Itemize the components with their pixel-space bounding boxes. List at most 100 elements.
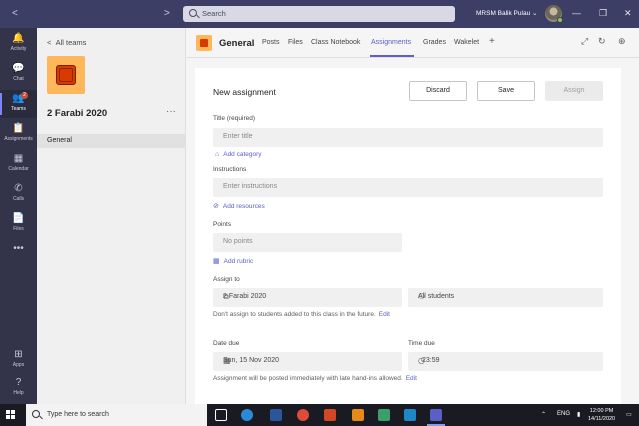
rail-item-files[interactable]: 📄 Files — [0, 210, 37, 238]
rail-item-more[interactable]: ••• — [0, 240, 37, 268]
channel-item-general[interactable]: General — [37, 134, 185, 148]
chevron-up-icon[interactable]: ⌃ — [541, 411, 546, 418]
instructions-placeholder: Enter instructions — [223, 183, 278, 190]
rail-item-activity[interactable]: 🔔 Activity — [0, 30, 37, 58]
notification-badge: 2 — [21, 92, 28, 99]
notifications-icon[interactable]: ▭ — [626, 411, 632, 418]
all-teams-label: All teams — [55, 38, 87, 47]
instructions-input[interactable]: Enter instructions — [213, 178, 603, 197]
points-label: Points — [213, 221, 232, 228]
rail-item-teams[interactable]: 👥 Teams 2 — [0, 90, 37, 118]
all-teams-link[interactable]: < All teams — [47, 38, 86, 47]
channel-name: General — [219, 38, 255, 49]
rail-item-label: Calls — [12, 196, 25, 202]
assign-students-select[interactable]: All students ⚇ — [408, 288, 603, 307]
assign-class-select[interactable]: 2 Farabi 2020 ⧉ — [213, 288, 402, 307]
team-panel: < All teams 2 Farabi 2020 ··· General — [37, 28, 186, 404]
powerpoint-icon[interactable] — [324, 409, 336, 421]
add-category-link[interactable]: ⌂ Add category — [215, 151, 262, 158]
rail-item-label: Chat — [13, 76, 24, 82]
app-icon[interactable] — [378, 409, 390, 421]
add-rubric-link[interactable]: ▦ Add rubric — [213, 257, 253, 265]
chevron-down-icon: ⌄ — [532, 10, 538, 17]
close-button[interactable]: ✕ — [624, 8, 632, 19]
assign-future-note: Don't assign to students added to this c… — [213, 311, 390, 318]
app-rail: 🔔 Activity 💬 Chat 👥 Teams 2 📋 Assignment… — [0, 28, 37, 404]
network-icon[interactable]: ▮ — [577, 411, 580, 418]
team-name: 2 Farabi 2020 — [47, 108, 108, 119]
rail-item-label: Activity — [10, 46, 27, 52]
clock[interactable]: 12:00 PM 14/11/2020 — [588, 407, 615, 423]
mail-icon[interactable] — [404, 409, 416, 421]
assign-button[interactable]: Assign — [545, 81, 603, 101]
rail-item-assignments[interactable]: 📋 Assignments — [0, 120, 37, 148]
add-resources-link[interactable]: ⊘ Add resources — [213, 202, 265, 210]
date-due-label: Date due — [213, 340, 240, 347]
phone-icon: ✆ — [14, 183, 23, 194]
add-category-label: Add category — [223, 151, 262, 158]
assign-note-text: Don't assign to students added to this c… — [213, 311, 376, 318]
back-arrow-icon[interactable]: < — [12, 8, 18, 19]
tab-wakelet[interactable]: Wakelet — [454, 39, 479, 46]
avatar[interactable] — [545, 5, 563, 23]
title-input[interactable]: Enter title — [213, 128, 603, 147]
minimize-button[interactable]: — — [572, 8, 581, 18]
edge-icon[interactable] — [241, 409, 253, 421]
chrome-icon[interactable] — [297, 409, 309, 421]
rail-item-label: Assignments — [4, 136, 33, 142]
teams-taskbar-icon[interactable] — [427, 409, 445, 426]
presence-status-icon — [557, 17, 563, 23]
active-tab-indicator — [370, 55, 414, 57]
calendar-icon: ▦ — [223, 356, 231, 365]
date-due-picker[interactable]: Sun, 15 Nov 2020 ▦ — [213, 352, 402, 371]
rail-item-chat[interactable]: 💬 Chat — [0, 60, 37, 88]
channel-label: General — [47, 137, 72, 144]
rail-item-calls[interactable]: ✆ Calls — [0, 180, 37, 208]
forward-arrow-icon[interactable]: > — [164, 8, 170, 19]
task-view-icon[interactable] — [215, 409, 227, 421]
more-options-icon[interactable]: ··· — [166, 106, 176, 117]
time-due-label: Time due — [408, 340, 435, 347]
restore-button[interactable]: ❐ — [599, 8, 607, 19]
post-edit-link[interactable]: Edit — [406, 375, 417, 382]
expand-icon[interactable]: ⤢ — [581, 36, 588, 47]
discard-button[interactable]: Discard — [409, 81, 467, 101]
new-assignment-form: New assignment Discard Save Assign Title… — [195, 68, 621, 404]
bell-icon: 🔔 — [12, 33, 25, 44]
channel-header: General Posts Files Class Notebook Assig… — [186, 28, 639, 58]
title-placeholder: Enter title — [223, 133, 253, 140]
rail-item-calendar[interactable]: ▦ Calendar — [0, 150, 37, 178]
rail-item-apps[interactable]: ⊞ Apps — [0, 346, 37, 374]
save-button[interactable]: Save — [477, 81, 535, 101]
add-rubric-label: Add rubric — [223, 258, 254, 265]
add-resources-label: Add resources — [222, 203, 265, 210]
taskbar-search-input[interactable]: Type here to search — [26, 404, 207, 426]
clock-date: 14/11/2020 — [588, 416, 616, 422]
taskbar: Type here to search ⌃ ENG ▮ 12:00 PM 14/… — [0, 404, 639, 426]
rail-item-help[interactable]: ? Help — [0, 374, 37, 402]
word-icon[interactable] — [270, 409, 282, 421]
globe-icon[interactable]: ⊕ — [618, 36, 626, 47]
clock-icon: ◷ — [418, 356, 425, 365]
refresh-icon[interactable]: ↻ — [598, 36, 606, 47]
assign-edit-link[interactable]: Edit — [379, 311, 390, 318]
search-icon — [32, 410, 40, 418]
tab-posts[interactable]: Posts — [262, 39, 280, 46]
people-edit-icon: ⚇ — [418, 292, 426, 301]
tab-class-notebook[interactable]: Class Notebook — [311, 39, 360, 46]
windows-start-icon[interactable] — [6, 410, 16, 420]
more-icon: ••• — [13, 243, 24, 254]
org-switcher[interactable]: MRSM Balik Pulau ⌄ — [476, 9, 537, 17]
points-input[interactable]: No points — [213, 233, 402, 252]
time-due-picker[interactable]: 23:59 ◷ — [408, 352, 603, 371]
add-tab-icon[interactable]: + — [489, 36, 495, 47]
search-input[interactable]: Search — [183, 6, 455, 22]
tab-files[interactable]: Files — [288, 39, 303, 46]
tab-assignments[interactable]: Assignments — [371, 39, 411, 46]
app-icon[interactable] — [352, 409, 364, 421]
channel-team-icon — [196, 35, 212, 51]
calendar-icon: ▦ — [13, 153, 24, 164]
tab-grades[interactable]: Grades — [423, 39, 446, 46]
language-indicator[interactable]: ENG — [557, 411, 570, 417]
post-schedule-note: Assignment will be posted immediately wi… — [213, 375, 417, 382]
